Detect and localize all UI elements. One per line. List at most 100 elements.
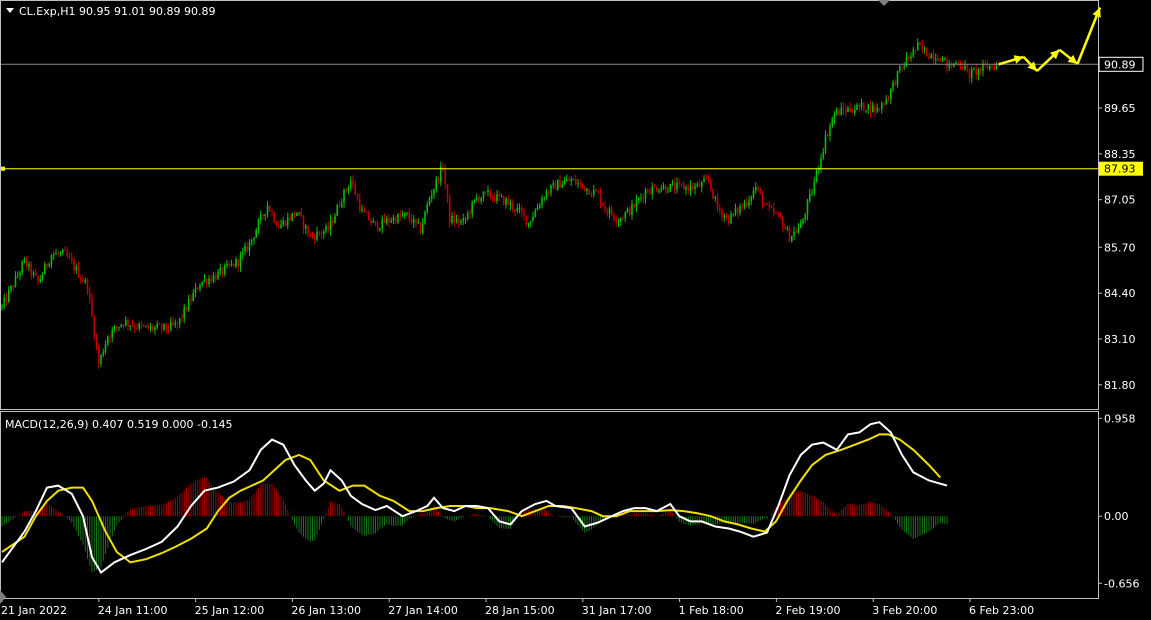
candle-body [525,215,528,225]
candle-body [84,279,87,282]
candle-body [165,323,167,329]
candle-body [406,212,408,214]
candle-body [863,102,865,111]
candle-body [683,184,685,190]
candle-body [98,346,100,364]
candle-body [318,231,320,234]
candle-body [638,198,640,200]
candle-body [505,198,507,205]
candle-body [307,225,309,235]
candle-body [140,323,143,326]
candle-body [518,208,521,209]
candle-body [827,134,829,136]
candle-body [313,236,316,240]
candle-body [298,212,300,214]
candle-body [340,202,343,207]
current-price-label: 90.89 [1104,58,1136,71]
candle-body [374,220,377,223]
candle-body [624,212,627,219]
candle-body [62,249,64,253]
candle-body [829,126,831,136]
candle-body [142,325,145,327]
macd-indicator-label: MACD(12,26,9) 0.407 0.519 0.000 -0.145 [5,418,232,431]
level-line-handle[interactable] [1,166,5,171]
candle-body [338,205,341,207]
candle-body [282,220,284,225]
candle-body [521,208,523,213]
candle-body [250,239,253,243]
candle-body [685,186,687,190]
candle-body [331,220,334,223]
price-tick-label: 87.05 [1104,194,1136,207]
candle-body [149,326,152,329]
candle-body [230,263,233,266]
level-price-label: 87.93 [1104,163,1136,176]
candle-body [113,326,116,330]
candle-body [145,325,147,327]
candle-body [311,235,314,237]
candle-body [12,286,14,287]
candle-body [509,202,512,205]
candle-body [759,188,762,194]
candle-body [1,305,3,308]
candle-body [694,186,696,190]
candle-body [572,179,575,181]
candle-body [102,352,105,355]
candle-body [962,66,964,70]
candle-body [723,215,726,218]
price-chart[interactable]: 81.80 83.10 84.40 85.70 87.05 88.35 89.65 90.89… [0,0,1151,620]
candle-body [797,227,800,233]
time-tick-label: 1 Feb 18:00 [679,604,744,617]
candle-body [383,218,386,223]
candle-body [874,105,876,112]
candle-body [588,188,591,195]
candle-body [356,194,359,199]
candle-body [426,204,428,212]
price-tick-label: 84.40 [1104,287,1136,300]
candle-body [649,192,651,194]
candle-body [199,285,201,290]
candle-body [41,274,44,279]
candle-body [428,198,431,205]
candle-body [214,275,217,280]
candle-body [496,194,498,201]
candle-body [865,110,867,112]
candle-body [284,220,287,226]
candle-body [921,44,924,50]
candle-body [838,109,840,116]
candle-body [448,197,451,223]
candle-body [435,178,437,189]
candle-body [530,221,532,223]
candle-body [901,66,903,68]
candle-body [739,206,741,213]
candle-body [743,202,746,207]
candle-body [982,63,984,71]
candle-body [795,231,798,233]
candle-body [858,104,861,108]
candle-body [172,321,174,325]
candle-body [856,104,858,111]
candle-body [66,250,69,257]
candle-body [466,213,469,219]
candle-body [656,187,658,192]
candle-body [554,183,557,190]
candle-body [127,320,129,326]
candle-body [968,68,971,79]
candle-body [5,297,8,302]
candle-body [890,88,892,100]
candle-body [266,205,269,215]
candle-body [21,262,23,273]
candle-body [257,220,260,231]
candle-body [408,212,410,219]
candle-body [599,192,602,203]
candle-body [629,208,631,215]
candle-body [253,237,255,240]
candle-body [212,275,215,282]
candle-body [354,184,356,195]
candle-body [295,212,298,216]
candle-body [327,226,329,231]
candle-body [647,190,649,193]
time-tick-label: 27 Jan 14:00 [388,604,458,617]
candle-body [133,325,136,328]
candle-body [329,220,332,231]
